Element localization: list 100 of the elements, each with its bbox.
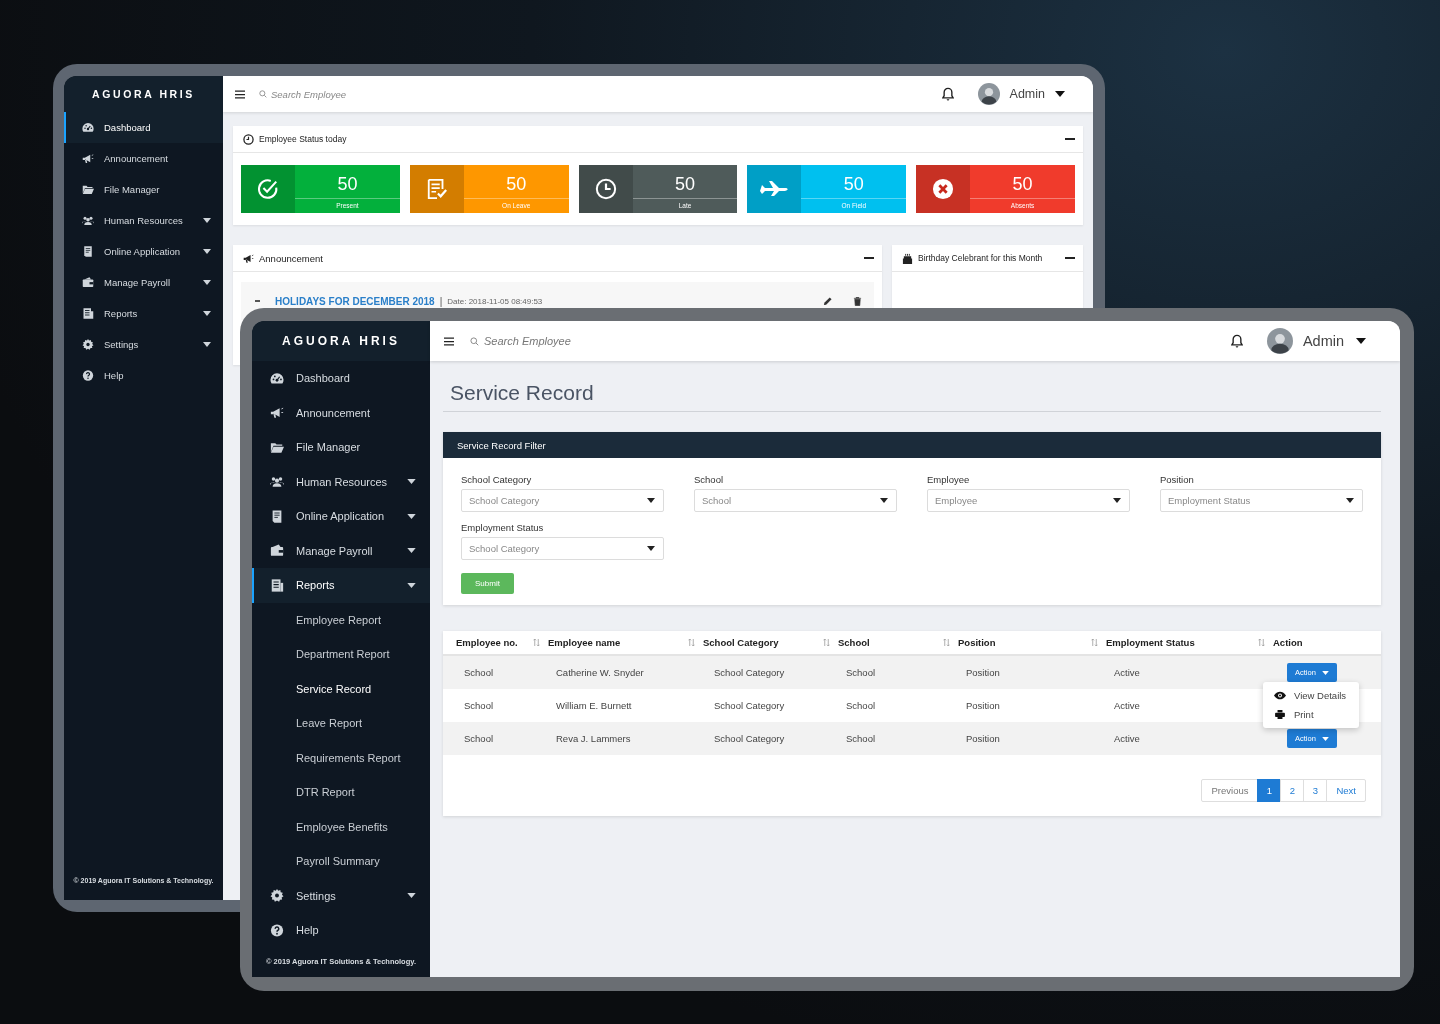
field-label: School bbox=[694, 474, 725, 485]
sidebar-item[interactable]: Dashboard bbox=[252, 361, 430, 396]
user-name[interactable]: Admin bbox=[1009, 87, 1045, 101]
megaphone-icon bbox=[243, 252, 254, 264]
column-header[interactable]: Employment Status bbox=[1106, 637, 1258, 648]
sidebar-item[interactable]: Human Resources bbox=[252, 464, 430, 499]
next-button[interactable]: Next bbox=[1326, 779, 1366, 802]
column-header[interactable]: School Category bbox=[703, 637, 823, 648]
sidebar-item[interactable]: Online Application bbox=[64, 236, 223, 267]
submenu-item[interactable]: Requirements Report bbox=[252, 740, 430, 775]
menu-icon[interactable] bbox=[444, 336, 454, 346]
card-title: Announcement bbox=[259, 252, 323, 264]
gauge-icon bbox=[270, 371, 284, 385]
submenu-item[interactable]: Payroll Summary bbox=[252, 844, 430, 879]
sort-icon[interactable] bbox=[823, 638, 830, 647]
field-label: Employee bbox=[927, 474, 971, 485]
field-label: Employment Status bbox=[461, 522, 545, 533]
submenu-item[interactable]: Employee Benefits bbox=[252, 809, 430, 844]
sort-icon[interactable] bbox=[943, 638, 950, 647]
submenu-item[interactable]: Leave Report bbox=[252, 706, 430, 741]
brand-logo: AGUORA HRIS bbox=[282, 334, 400, 348]
notification-bell-icon[interactable] bbox=[941, 87, 954, 101]
table-cell: School bbox=[846, 700, 876, 711]
page-button[interactable]: 3 bbox=[1303, 779, 1328, 802]
sidebar-item[interactable]: Human Resources bbox=[64, 205, 223, 236]
report-icon bbox=[270, 578, 284, 592]
table-cell: Active bbox=[1114, 667, 1140, 678]
sort-icon[interactable] bbox=[533, 638, 540, 647]
edit-icon[interactable] bbox=[823, 296, 832, 306]
table-cell: Position bbox=[966, 667, 1000, 678]
folder-icon bbox=[82, 184, 94, 195]
previous-button[interactable]: Previous bbox=[1201, 779, 1259, 802]
sidebar-item[interactable]: File Manager bbox=[252, 430, 430, 465]
column-header[interactable]: Action bbox=[1273, 637, 1373, 648]
table-cell: School Category bbox=[714, 700, 785, 711]
card-title: Employee Status today bbox=[259, 134, 347, 144]
table-cell: Reva J. Lammers bbox=[556, 733, 631, 744]
sort-icon[interactable] bbox=[1091, 638, 1098, 647]
column-header[interactable]: School bbox=[838, 637, 943, 648]
table-cell: School bbox=[464, 733, 494, 744]
caret-icon bbox=[647, 546, 655, 551]
avatar-icon[interactable] bbox=[977, 83, 1000, 105]
column-header[interactable]: Position bbox=[958, 637, 1091, 648]
submenu-item[interactable]: Department Report bbox=[252, 637, 430, 672]
table-cell: School bbox=[846, 733, 876, 744]
sidebar-item[interactable]: File Manager bbox=[64, 174, 223, 205]
cancel-icon bbox=[932, 178, 955, 200]
caret-icon bbox=[1321, 736, 1329, 741]
column-header[interactable]: Employee name bbox=[548, 637, 688, 648]
dropdown-field[interactable]: Employee bbox=[927, 489, 1130, 512]
megaphone-icon bbox=[270, 406, 284, 420]
sidebar-item[interactable]: Settings bbox=[64, 329, 223, 360]
dropdown-field[interactable]: School Category bbox=[461, 537, 664, 560]
sidebar-item[interactable]: Reports bbox=[252, 568, 430, 603]
table-cell: William E. Burnett bbox=[556, 700, 632, 711]
sidebar-item[interactable]: Announcement bbox=[64, 143, 223, 174]
cake-icon bbox=[902, 252, 913, 264]
stat-value: 50 bbox=[506, 173, 527, 196]
sidebar-item[interactable]: Help bbox=[64, 360, 223, 391]
search-field[interactable]: Search Employee bbox=[271, 88, 401, 100]
sidebar-item[interactable]: Reports bbox=[64, 298, 223, 329]
dash-icon bbox=[255, 300, 260, 302]
sidebar-item[interactable]: Announcement bbox=[252, 395, 430, 430]
dropdown-field[interactable]: Employment Status bbox=[1160, 489, 1363, 512]
table-cell: Position bbox=[966, 700, 1000, 711]
sort-icon[interactable] bbox=[688, 638, 695, 647]
user-name[interactable]: Admin bbox=[1302, 333, 1344, 349]
notification-bell-icon[interactable] bbox=[1230, 334, 1243, 348]
search-field[interactable]: Search Employee bbox=[484, 335, 644, 347]
caret-icon bbox=[1356, 338, 1366, 344]
airplane-icon bbox=[759, 181, 790, 197]
stat-value: 50 bbox=[1012, 173, 1033, 196]
dropdown-field[interactable]: School Category bbox=[461, 489, 664, 512]
menu-item[interactable]: View Details bbox=[1263, 686, 1359, 705]
sidebar-item[interactable]: Manage Payroll bbox=[252, 533, 430, 568]
menu-item[interactable]: Print bbox=[1263, 705, 1359, 724]
people-icon bbox=[270, 475, 284, 489]
stat-value: 50 bbox=[843, 173, 864, 196]
announcement-link[interactable]: HOLIDAYS FOR DECEMBER 2018 bbox=[275, 295, 435, 307]
page-button[interactable]: 1 bbox=[1257, 779, 1282, 802]
sidebar-item[interactable]: Help bbox=[252, 913, 430, 948]
sort-icon[interactable] bbox=[1258, 638, 1265, 647]
submenu-item[interactable]: Employee Report bbox=[252, 602, 430, 637]
dropdown-field[interactable]: School bbox=[694, 489, 897, 512]
menu-icon[interactable] bbox=[235, 89, 245, 99]
page-button[interactable]: 2 bbox=[1280, 779, 1305, 802]
report-icon bbox=[82, 308, 94, 319]
sidebar-item[interactable]: Settings bbox=[252, 878, 430, 913]
caret-icon bbox=[1321, 670, 1329, 675]
submenu-item[interactable]: Service Record bbox=[252, 671, 430, 706]
column-header[interactable]: Employee no. bbox=[456, 637, 533, 648]
delete-icon[interactable] bbox=[853, 296, 862, 306]
avatar-icon[interactable] bbox=[1266, 328, 1293, 354]
check-circle-icon bbox=[257, 178, 279, 200]
document-icon bbox=[82, 246, 94, 257]
sidebar-item[interactable]: Online Application bbox=[252, 499, 430, 534]
sidebar-item[interactable]: Manage Payroll bbox=[64, 267, 223, 298]
card-title: Service Record Filter bbox=[457, 439, 546, 451]
submenu-item[interactable]: DTR Report bbox=[252, 775, 430, 810]
sidebar-item[interactable]: Dashboard bbox=[64, 112, 223, 143]
